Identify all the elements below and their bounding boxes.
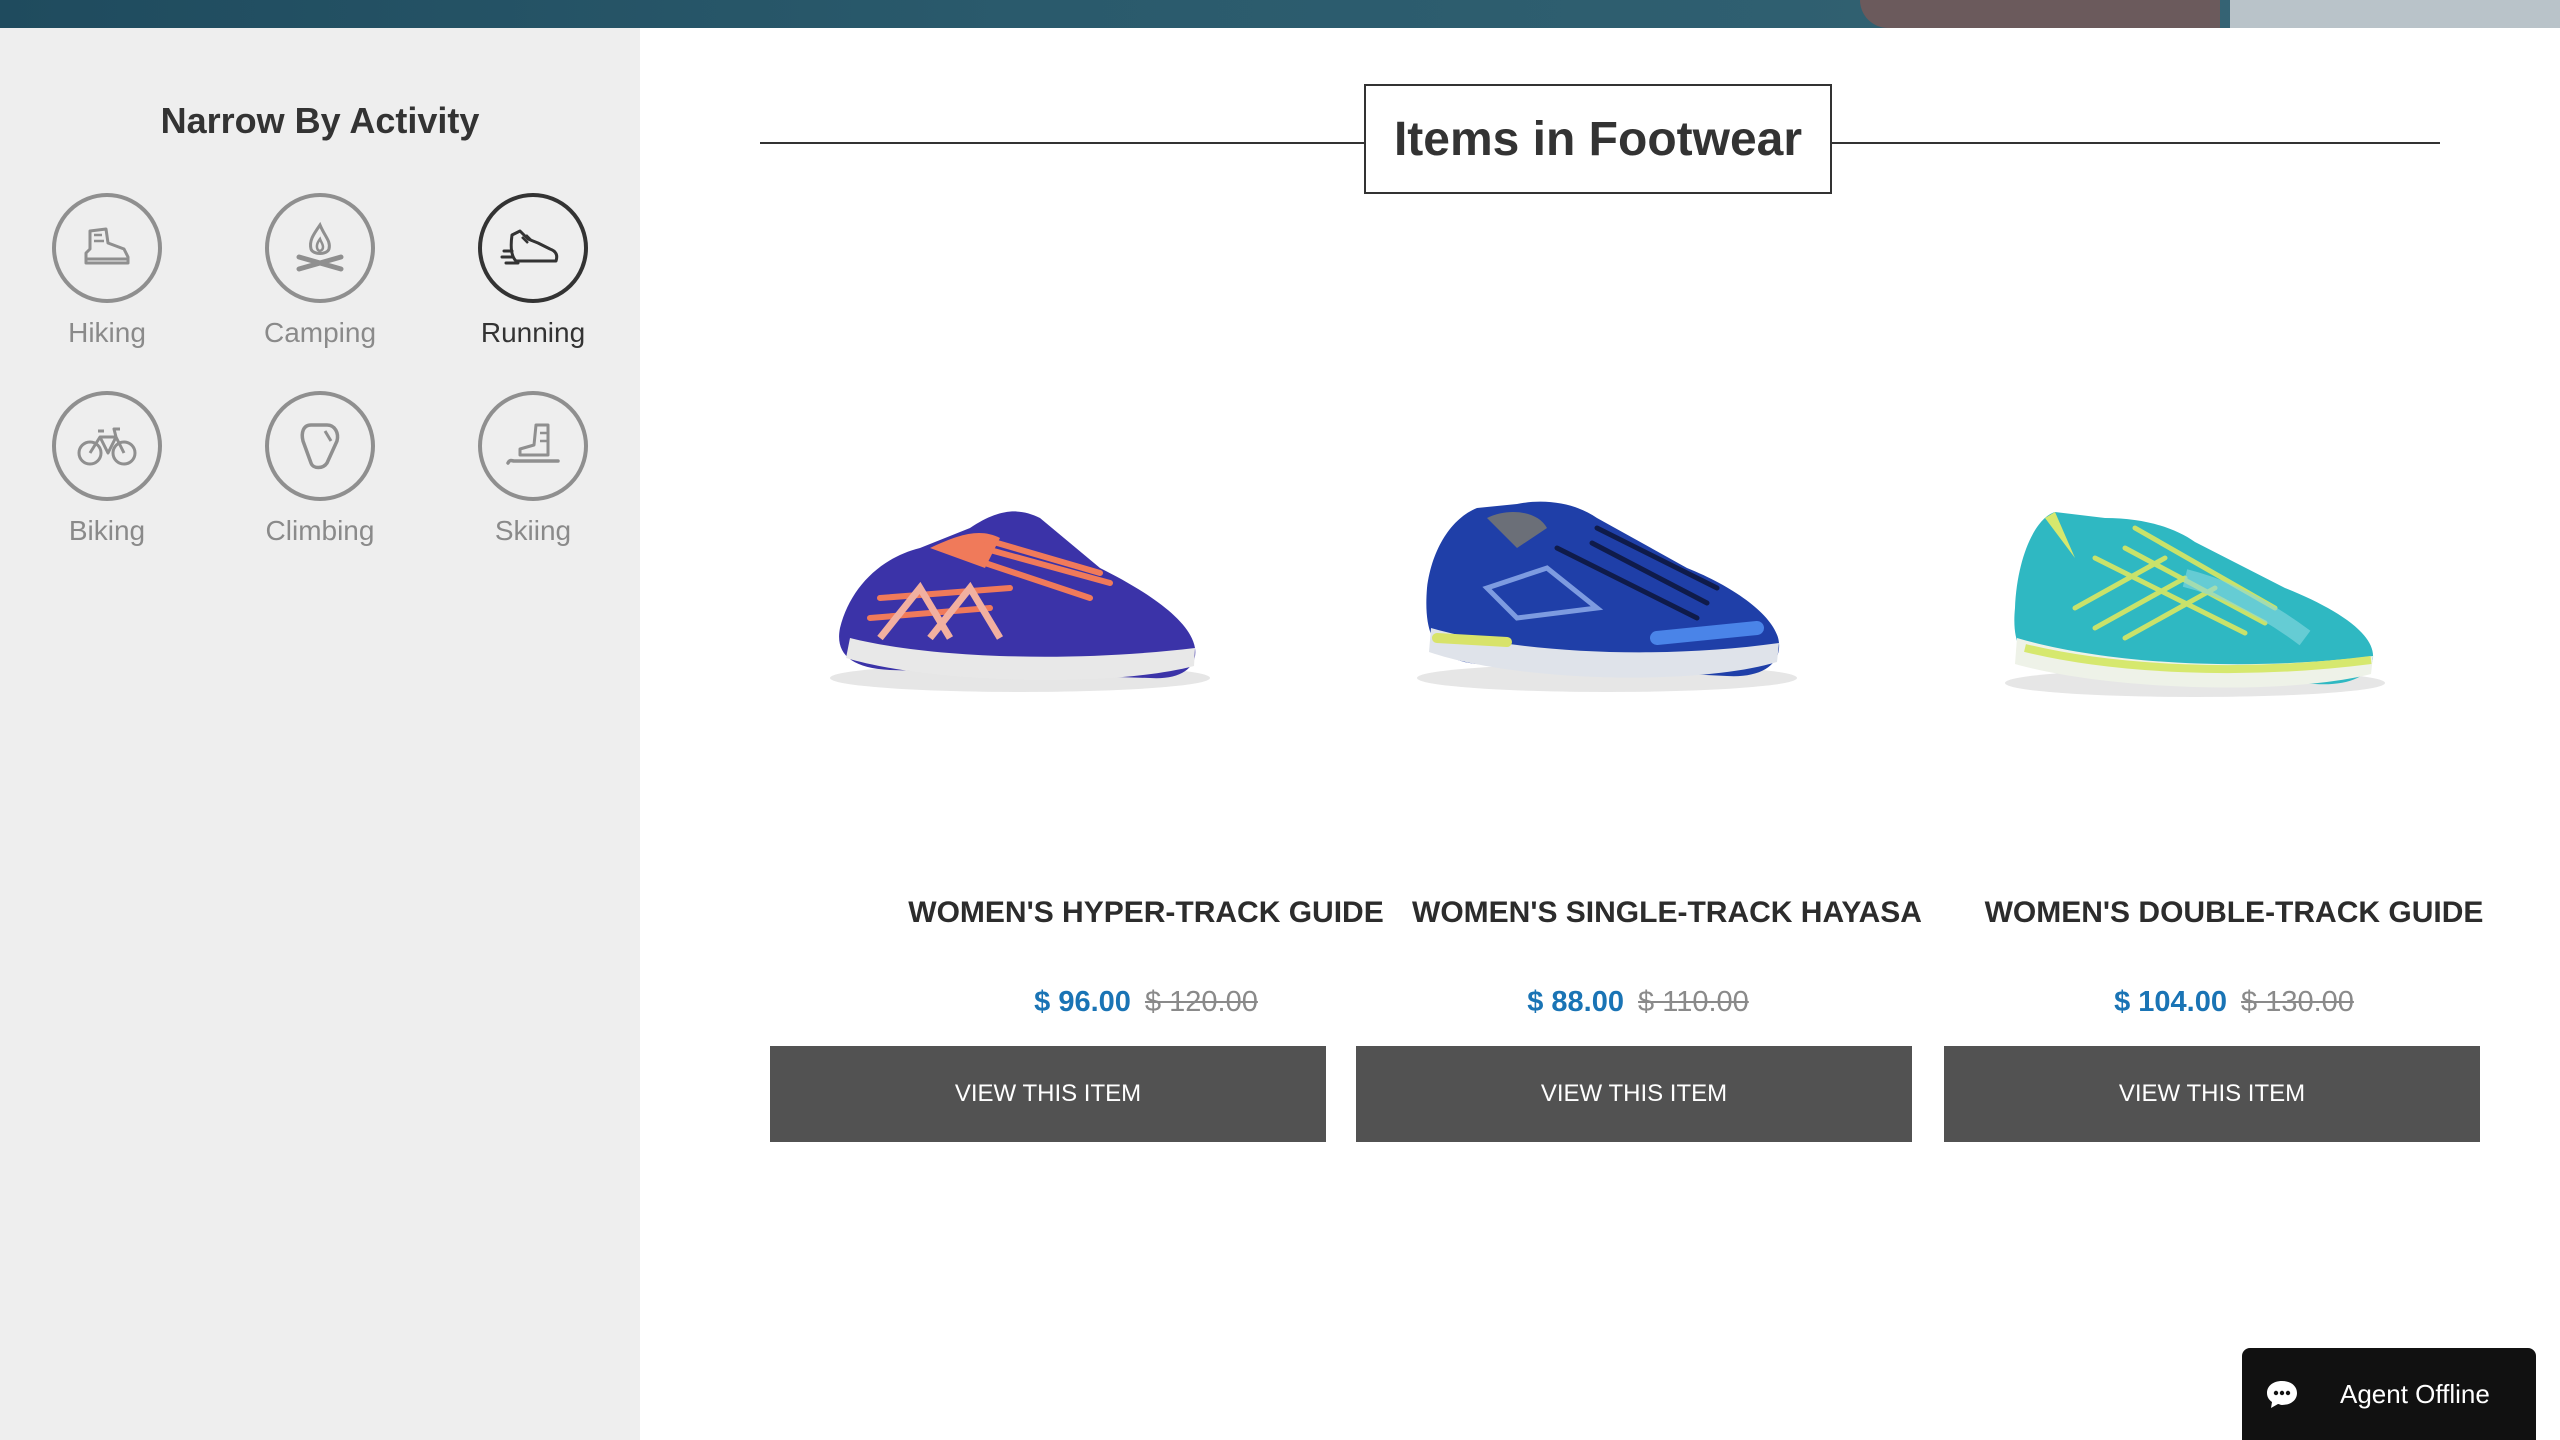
view-item-button[interactable]: VIEW THIS ITEM — [1356, 1046, 1912, 1142]
activity-hiking-circle[interactable] — [52, 193, 162, 303]
activity-sidebar: Narrow By Activity Hiking Camping Runnin… — [0, 28, 640, 1440]
activity-skiing-circle[interactable] — [478, 391, 588, 501]
activity-hiking[interactable]: Hiking — [7, 193, 207, 349]
carabiner-icon — [300, 423, 340, 470]
product-listing: Items in Footwear WOMEN'S HYPER-TRACK GU… — [640, 28, 2560, 1440]
activity-climbing-label: Climbing — [265, 515, 375, 546]
activity-camping-label: Camping — [263, 317, 377, 348]
view-item-button[interactable]: VIEW THIS ITEM — [1944, 1046, 2480, 1142]
activity-camping[interactable]: Camping — [220, 193, 420, 349]
activity-biking-label: Biking — [68, 515, 146, 546]
activity-running-circle[interactable] — [478, 193, 588, 303]
trail-shoe-image — [2005, 512, 2385, 697]
chat-status-label: Agent Offline — [2340, 1378, 2490, 1409]
heading-rule-left — [760, 142, 1364, 144]
banner-image-segment — [2230, 0, 2560, 28]
sale-price: $ 96.00 — [1034, 986, 1131, 1018]
ski-boot-icon — [506, 423, 560, 465]
product-price: $ 104.00 $ 130.00 — [1970, 986, 2498, 1019]
product-image[interactable] — [1985, 438, 2405, 738]
sale-price: $ 104.00 — [2114, 986, 2227, 1018]
top-banner — [0, 0, 2560, 28]
product-name[interactable]: WOMEN'S DOUBLE-TRACK GUIDE — [1970, 896, 2498, 930]
sale-price: $ 88.00 — [1527, 986, 1624, 1018]
activity-running-label: Running — [480, 317, 586, 348]
bicycle-icon — [77, 427, 137, 466]
trail-shoe-image — [1417, 501, 1797, 692]
campfire-icon — [296, 221, 344, 272]
original-price: $ 120.00 — [1144, 986, 1258, 1018]
product-price: $ 88.00 $ 110.00 — [1412, 986, 1864, 1019]
chat-widget[interactable]: Agent Offline — [2242, 1348, 2536, 1440]
activity-climbing[interactable]: Climbing — [220, 391, 420, 547]
activity-climbing-circle[interactable] — [265, 391, 375, 501]
activity-running[interactable]: Running — [433, 193, 633, 349]
banner-image-segment — [1860, 0, 2220, 28]
activity-hiking-label: Hiking — [68, 317, 146, 348]
page-title: Items in Footwear — [1364, 84, 1832, 194]
activity-skiing[interactable]: Skiing — [433, 391, 633, 547]
activity-camping-circle[interactable] — [265, 193, 375, 303]
activity-biking[interactable]: Biking — [7, 391, 207, 547]
view-item-button[interactable]: VIEW THIS ITEM — [770, 1046, 1326, 1142]
product-name[interactable]: WOMEN'S SINGLE-TRACK HAYASA — [1412, 896, 1922, 930]
hiking-boot-icon — [84, 227, 130, 265]
activity-skiing-label: Skiing — [494, 515, 572, 546]
activity-biking-circle[interactable] — [52, 391, 162, 501]
original-price: $ 130.00 — [2241, 986, 2354, 1018]
running-shoe-image — [830, 511, 1210, 692]
chat-bubble-icon — [2267, 1381, 2297, 1408]
original-price: $ 110.00 — [1638, 986, 1749, 1018]
product-image[interactable] — [810, 438, 1230, 738]
heading-rule-right — [1832, 142, 2440, 144]
running-shoe-icon — [500, 229, 559, 265]
product-image[interactable] — [1397, 438, 1817, 738]
sidebar-title: Narrow By Activity — [160, 100, 480, 141]
